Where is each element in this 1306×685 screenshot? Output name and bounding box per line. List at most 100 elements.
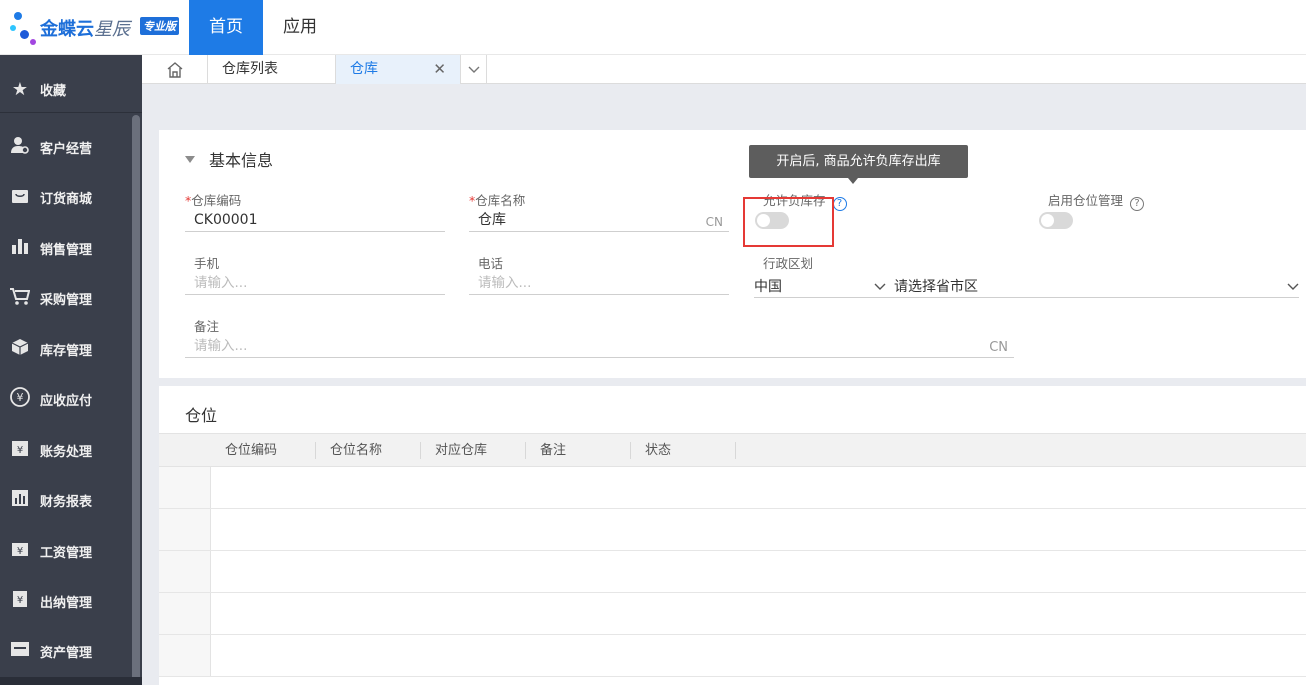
- help-icon[interactable]: ?: [832, 197, 847, 211]
- row-index-cell: [159, 593, 211, 634]
- remark-field: 备注 请输入... CN: [185, 316, 1014, 358]
- svg-text:¥: ¥: [17, 595, 23, 606]
- country-select[interactable]: 中国: [754, 276, 782, 296]
- row-index-cell: [159, 551, 211, 592]
- sidebar-item-label: 库存管理: [40, 343, 93, 359]
- close-icon[interactable]: ✕: [433, 55, 446, 84]
- sidebar-bottom-edge: [0, 677, 142, 685]
- column-header[interactable]: 仓位编码: [211, 434, 316, 467]
- field-label: *仓库编码: [185, 193, 242, 208]
- column-header[interactable]: 对应仓库: [421, 434, 526, 467]
- sidebar-item-favorites[interactable]: ★ 收藏: [0, 64, 132, 114]
- warehouse-code-input[interactable]: CK00001: [185, 210, 445, 232]
- telephone-field: 电话 请输入...: [469, 253, 729, 295]
- enable-location-toggle[interactable]: [1039, 212, 1073, 229]
- mobile-field: 手机 请输入...: [185, 253, 445, 295]
- user-gear-icon: [0, 136, 40, 159]
- table-row[interactable]: [159, 593, 1306, 635]
- chevron-down-icon[interactable]: [1287, 276, 1299, 295]
- nav-apps[interactable]: 应用: [268, 0, 332, 55]
- tab-warehouse[interactable]: 仓库 ✕: [336, 55, 461, 84]
- column-header[interactable]: 状态: [631, 434, 736, 467]
- sidebar-item-accounting[interactable]: ¥ 账务处理: [0, 425, 132, 475]
- sidebar-item-ordering-mall[interactable]: 订货商城: [0, 172, 132, 222]
- row-index-cell: [159, 467, 211, 508]
- tab-warehouse-list[interactable]: 仓库列表: [208, 55, 336, 84]
- report-icon: [0, 489, 40, 512]
- region-field: 行政区划: [763, 253, 1023, 271]
- tab-warehouse-label: 仓库: [350, 61, 378, 77]
- row-index-cell: [159, 635, 211, 676]
- salary-icon: ¥: [0, 540, 40, 563]
- cart-icon: [0, 287, 40, 310]
- box-icon: [0, 338, 40, 361]
- field-label: 手机: [194, 256, 220, 271]
- province-select[interactable]: 请选择省市区: [894, 276, 978, 296]
- asset-icon: [0, 640, 40, 663]
- table-row[interactable]: [159, 551, 1306, 593]
- telephone-input[interactable]: 请输入...: [469, 273, 729, 295]
- warehouse-name-input[interactable]: 仓库 CN: [469, 210, 729, 232]
- main-content: 基本信息 *仓库编码 CK00001 *仓库名称 仓库 CN 允许负库存? 启用…: [142, 84, 1306, 685]
- section-title: 仓位: [185, 406, 218, 425]
- sidebar-item-cashier[interactable]: ¥ 出纳管理: [0, 576, 132, 626]
- mobile-input[interactable]: 请输入...: [185, 273, 445, 295]
- logo-mark-icon: [10, 10, 38, 46]
- enable-location-field: 启用仓位管理?: [1048, 190, 1306, 211]
- nav-home[interactable]: 首页: [189, 0, 263, 55]
- sidebar-item-payroll[interactable]: ¥ 工资管理: [0, 526, 132, 576]
- chevron-down-icon: [468, 66, 479, 73]
- toggle-knob: [1041, 214, 1054, 227]
- home-icon: [167, 62, 182, 78]
- field-label: *仓库名称: [469, 193, 526, 208]
- table-row[interactable]: [159, 635, 1306, 677]
- logo-text: 金蝶云星辰: [40, 19, 130, 40]
- ledger-icon: ¥: [0, 439, 40, 462]
- sidebar-item-label: 销售管理: [40, 242, 93, 258]
- tab-more-button[interactable]: [461, 55, 487, 84]
- sidebar: ★ 收藏 客户经营 订货商城 销售管理 采购管理 库存管理 ¥ 应收应付 ¥ 账…: [0, 55, 142, 685]
- sidebar-item-label: 财务报表: [40, 494, 93, 510]
- help-icon[interactable]: ?: [1130, 197, 1145, 211]
- sidebar-scrollbar[interactable]: [132, 115, 140, 685]
- top-bar: 金蝶云星辰 专业版 首页 应用: [0, 0, 1306, 55]
- sidebar-item-inventory[interactable]: 库存管理: [0, 324, 132, 374]
- bar-chart-icon: [0, 237, 40, 260]
- remark-placeholder: 请输入...: [194, 338, 248, 354]
- collapse-triangle-icon[interactable]: [185, 155, 195, 163]
- sidebar-item-assets[interactable]: 资产管理: [0, 626, 132, 676]
- shop-bag-icon: [0, 186, 40, 209]
- sidebar-divider: [0, 112, 142, 113]
- chevron-down-icon[interactable]: [874, 276, 886, 295]
- svg-text:¥: ¥: [17, 546, 23, 557]
- sidebar-item-customers[interactable]: 客户经营: [0, 122, 132, 172]
- section-title: 基本信息: [209, 151, 274, 170]
- table-row[interactable]: [159, 509, 1306, 551]
- sidebar-item-financial-reports[interactable]: 财务报表: [0, 475, 132, 525]
- sidebar-item-label: 应收应付: [40, 393, 93, 409]
- sidebar-item-label: 资产管理: [40, 645, 93, 661]
- sidebar-item-label: 收藏: [40, 83, 67, 99]
- section-basic-info[interactable]: 基本信息: [185, 147, 273, 171]
- app-logo[interactable]: 金蝶云星辰 专业版: [10, 8, 190, 48]
- column-header[interactable]: 仓位名称: [316, 434, 421, 467]
- svg-text:¥: ¥: [17, 391, 24, 404]
- grid-body: [159, 467, 1306, 677]
- column-header[interactable]: 备注: [526, 434, 631, 467]
- annotation-highlight-box: [743, 197, 834, 247]
- sidebar-item-label: 采购管理: [40, 292, 93, 308]
- sidebar-item-purchasing[interactable]: 采购管理: [0, 273, 132, 323]
- sidebar-item-label: 出纳管理: [40, 595, 93, 611]
- sidebar-item-receivables[interactable]: ¥ 应收应付: [0, 374, 132, 424]
- sidebar-item-sales[interactable]: 销售管理: [0, 223, 132, 273]
- locations-card: 仓位 仓位编码 仓位名称 对应仓库 备注 状态: [159, 386, 1306, 685]
- home-tab[interactable]: [142, 55, 208, 84]
- star-icon: ★: [11, 78, 29, 100]
- field-label: 启用仓位管理?: [1048, 190, 1306, 211]
- remark-input[interactable]: 请输入... CN: [185, 336, 1014, 358]
- language-cn-badge[interactable]: CN: [706, 212, 723, 232]
- language-cn-badge[interactable]: CN: [989, 338, 1008, 358]
- sidebar-item-label: 账务处理: [40, 444, 93, 460]
- table-row[interactable]: [159, 467, 1306, 509]
- cashier-icon: ¥: [0, 590, 40, 613]
